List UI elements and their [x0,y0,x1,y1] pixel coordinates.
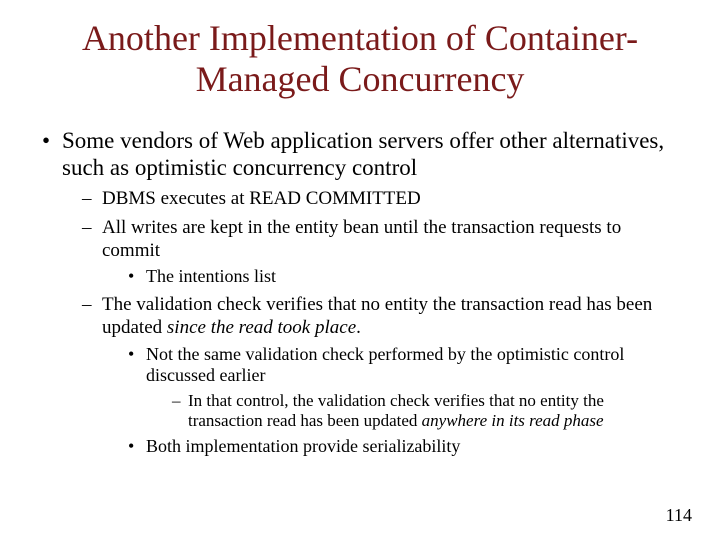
sub-text: DBMS executes at READ COMMITTED [102,188,421,209]
slide: Another Implementation of Container-Mana… [0,0,720,540]
subsub-item: Both implementation provide serializabil… [124,436,682,458]
subsub-item: The intentions list [124,266,682,288]
bullet-item: Some vendors of Web application servers … [38,127,682,457]
subsub-list: The intentions list [124,266,682,288]
sub-text-italic: since the read took place [167,317,356,338]
subsub-text: Both implementation provide serializabil… [146,436,460,456]
subsubsub-text-italic: anywhere in its read phase [422,411,604,430]
bullet-text: Some vendors of Web application servers … [62,128,664,181]
page-number: 114 [666,505,692,526]
sub-text: All writes are kept in the entity bean u… [102,217,621,261]
sub-item: All writes are kept in the entity bean u… [78,217,682,288]
subsub-text: Not the same validation check [146,344,364,364]
sub-list: DBMS executes at READ COMMITTED All writ… [78,188,682,457]
sub-item: The validation check verifies that no en… [78,294,682,457]
subsubsub-list: In that control, the validation check ve… [168,391,682,432]
bullet-list: Some vendors of Web application servers … [38,127,682,457]
slide-title: Another Implementation of Container-Mana… [38,18,682,101]
subsub-list: Not the same validation check performed … [124,344,682,458]
subsub-item: Not the same validation check performed … [124,344,682,432]
sub-text: . [356,317,361,338]
sub-item: DBMS executes at READ COMMITTED [78,188,682,211]
subsubsub-item: In that control, the validation check ve… [168,391,682,432]
subsub-text: The intentions list [146,266,276,286]
